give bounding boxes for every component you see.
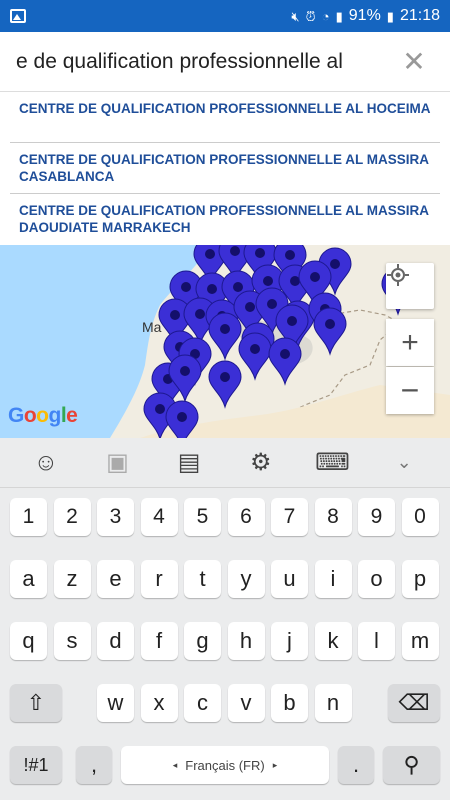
key-j[interactable]: j bbox=[271, 622, 308, 660]
key-1[interactable]: 1 bbox=[10, 498, 47, 536]
key-o[interactable]: o bbox=[358, 560, 395, 598]
emoji-icon[interactable]: ☺ bbox=[26, 443, 66, 483]
map-marker[interactable] bbox=[238, 332, 272, 381]
symbols-key[interactable]: !#1 bbox=[10, 746, 62, 784]
key-v[interactable]: v bbox=[227, 684, 265, 722]
clipboard-icon[interactable]: ▤ bbox=[169, 443, 209, 483]
key-p[interactable]: p bbox=[401, 560, 439, 598]
language-label: Français (FR) bbox=[185, 757, 265, 773]
chevron-right-icon: ▸ bbox=[272, 759, 278, 770]
key-l[interactable]: l bbox=[358, 622, 395, 660]
sticker-icon[interactable]: ▣ bbox=[97, 443, 137, 483]
space-key[interactable]: ◂ Français (FR) ▸ bbox=[121, 746, 329, 784]
map-marker[interactable] bbox=[268, 337, 302, 386]
wifi-icon: ◔ bbox=[321, 8, 330, 24]
key-4[interactable]: 4 bbox=[140, 498, 178, 536]
chevron-left-icon: ◂ bbox=[172, 759, 178, 770]
key-8[interactable]: 8 bbox=[314, 498, 352, 536]
keyboard-toolbar: ☺ ▣ ▤ ⚙ ⌨ ⌄ bbox=[0, 438, 450, 488]
key-u[interactable]: u bbox=[271, 560, 308, 598]
battery-icon: ▮ bbox=[386, 8, 394, 24]
suggestion-item[interactable]: CENTRE DE QUALIFICATION PROFESSIONNELLE … bbox=[10, 92, 440, 143]
search-key[interactable]: ⚲ bbox=[383, 746, 440, 784]
status-icons: 🔇︎ ⏰︎ ◔ ▮ 91% ▮ 21:18 bbox=[291, 7, 440, 25]
shift-key[interactable]: ⇧ bbox=[10, 684, 62, 722]
key-k[interactable]: k bbox=[314, 622, 352, 660]
map-view[interactable]: Ma + − Google bbox=[0, 245, 450, 438]
key-period[interactable]: . bbox=[338, 746, 374, 784]
close-icon[interactable]: ✕ bbox=[400, 48, 428, 76]
key-f[interactable]: f bbox=[140, 622, 178, 660]
key-5[interactable]: 5 bbox=[184, 498, 221, 536]
key-6[interactable]: 6 bbox=[227, 498, 265, 536]
status-bar: 🔇︎ ⏰︎ ◔ ▮ 91% ▮ 21:18 bbox=[0, 0, 450, 32]
key-c[interactable]: c bbox=[184, 684, 221, 722]
mute-icon: 🔇︎ bbox=[291, 8, 300, 24]
settings-icon[interactable]: ⚙ bbox=[241, 443, 281, 483]
key-0[interactable]: 0 bbox=[401, 498, 439, 536]
clock: 21:18 bbox=[399, 7, 440, 24]
alarm-icon: ⏰︎ bbox=[305, 8, 316, 24]
key-n[interactable]: n bbox=[314, 684, 352, 722]
map-marker[interactable] bbox=[165, 400, 199, 438]
key-r[interactable]: r bbox=[140, 560, 178, 598]
suggestion-list: CENTRE DE QUALIFICATION PROFESSIONNELLE … bbox=[10, 92, 440, 245]
battery-level: 91% bbox=[348, 7, 381, 24]
key-b[interactable]: b bbox=[271, 684, 308, 722]
key-w[interactable]: w bbox=[97, 684, 134, 722]
key-i[interactable]: i bbox=[314, 560, 352, 598]
key-t[interactable]: t bbox=[184, 560, 221, 598]
key-g[interactable]: g bbox=[184, 622, 221, 660]
key-e[interactable]: e bbox=[97, 560, 134, 598]
zoom-out-button[interactable]: − bbox=[386, 367, 434, 414]
search-bar: e de qualification professionnelle al ✕ bbox=[0, 32, 450, 92]
backspace-key[interactable]: ⌫ bbox=[388, 684, 440, 722]
gallery-icon bbox=[10, 9, 26, 23]
key-h[interactable]: h bbox=[227, 622, 265, 660]
keyboard-icon[interactable]: ⌨ bbox=[312, 443, 352, 483]
key-q[interactable]: q bbox=[10, 622, 47, 660]
key-m[interactable]: m bbox=[401, 622, 439, 660]
key-d[interactable]: d bbox=[97, 622, 134, 660]
map-marker[interactable] bbox=[313, 307, 347, 356]
key-a[interactable]: a bbox=[10, 560, 47, 598]
map-marker[interactable] bbox=[208, 312, 242, 361]
search-input[interactable]: e de qualification professionnelle al bbox=[16, 50, 396, 74]
key-s[interactable]: s bbox=[53, 622, 91, 660]
key-y[interactable]: y bbox=[227, 560, 265, 598]
google-logo: Google bbox=[8, 404, 78, 427]
key-x[interactable]: x bbox=[140, 684, 178, 722]
signal-icon: ▮ bbox=[335, 8, 343, 24]
key-comma[interactable]: , bbox=[76, 746, 112, 784]
key-9[interactable]: 9 bbox=[358, 498, 395, 536]
locate-button[interactable] bbox=[386, 263, 434, 309]
zoom-in-button[interactable]: + bbox=[386, 319, 434, 366]
key-z[interactable]: z bbox=[53, 560, 91, 598]
suggestion-item[interactable]: CENTRE DE QUALIFICATION PROFESSIONNELLE … bbox=[10, 143, 440, 194]
key-2[interactable]: 2 bbox=[53, 498, 91, 536]
chevron-down-icon[interactable]: ⌄ bbox=[384, 443, 424, 483]
keyboard: ☺ ▣ ▤ ⚙ ⌨ ⌄ 1234567890 azertyuiop qsdfghjk… bbox=[0, 438, 450, 800]
suggestion-item[interactable]: CENTRE DE QUALIFICATION PROFESSIONNELLE … bbox=[10, 194, 440, 245]
map-marker[interactable] bbox=[208, 360, 242, 409]
crosshair-icon bbox=[387, 264, 409, 286]
key-3[interactable]: 3 bbox=[97, 498, 134, 536]
key-7[interactable]: 7 bbox=[271, 498, 308, 536]
